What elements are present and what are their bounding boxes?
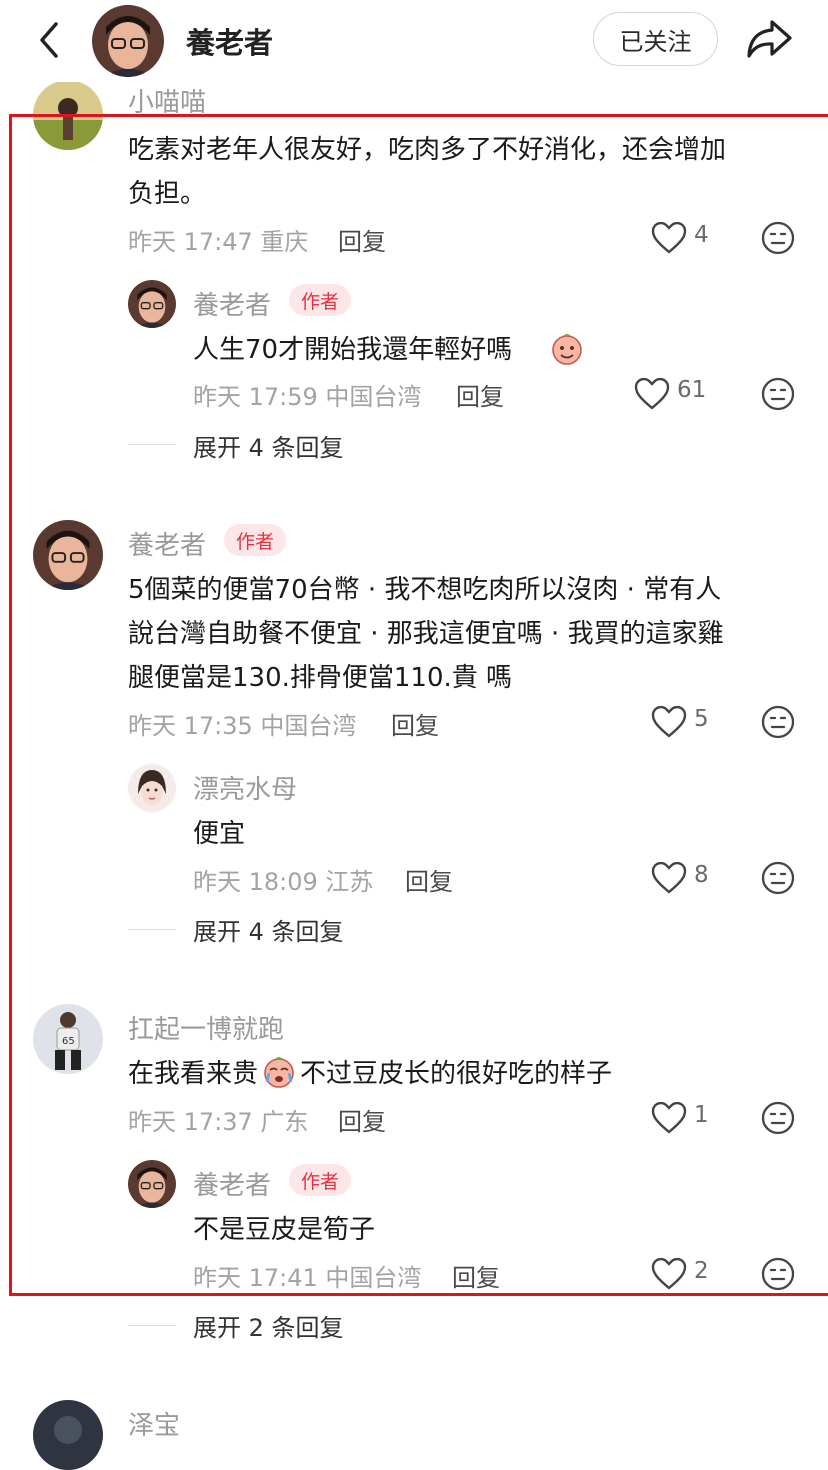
heart-icon[interactable]: [634, 378, 670, 410]
comment-text-line: 在我看来贵 不过豆皮长的很好吃的样子: [128, 1052, 612, 1096]
comment-username[interactable]: 養老者: [193, 285, 271, 322]
reply-button[interactable]: 回复: [452, 1258, 500, 1293]
comment-text-line: 說台灣自助餐不便宜 · 那我這便宜嗎 · 我買的這家雞: [128, 619, 724, 649]
heart-icon[interactable]: [651, 222, 687, 254]
dislike-face-icon[interactable]: [761, 221, 795, 255]
comment-meta: 昨天 17:59 中国台湾: [193, 383, 422, 411]
like-count: 2: [694, 1258, 709, 1284]
follow-button[interactable]: 已关注: [593, 12, 718, 66]
comment-text-line: 人生70才開始我還年輕好嗎: [193, 335, 513, 365]
comment-meta: 昨天 17:47 重庆: [128, 228, 309, 256]
comment-username[interactable]: 養老者: [193, 1165, 271, 1202]
reply-button[interactable]: 回复: [338, 1102, 386, 1137]
comment-meta: 昨天 17:37 广东: [128, 1108, 309, 1136]
top-bar: 養老者 已关注: [0, 0, 828, 82]
expand-replies-button[interactable]: 展开 2 条回复: [193, 1308, 344, 1343]
author-avatar[interactable]: [128, 280, 176, 328]
reply-button[interactable]: 回复: [456, 377, 504, 412]
like-count: 1: [694, 1102, 709, 1128]
commenter-avatar[interactable]: [33, 80, 103, 150]
like-count: 4: [694, 222, 709, 248]
back-icon[interactable]: [30, 18, 70, 62]
reply-button[interactable]: 回复: [405, 862, 453, 897]
comment-username[interactable]: 扛起一博就跑: [128, 1009, 284, 1046]
expand-replies-button[interactable]: 展开 4 条回复: [193, 912, 344, 947]
reply-button[interactable]: 回复: [391, 706, 439, 741]
expand-replies-button[interactable]: 展开 4 条回复: [193, 428, 344, 463]
like-count: 8: [694, 862, 709, 888]
heart-icon[interactable]: [651, 706, 687, 738]
comment-text-line: 腿便當是130.排骨便當110.貴 嗎: [128, 663, 513, 693]
reply-button[interactable]: 回复: [338, 222, 386, 257]
like-count: 5: [694, 706, 709, 732]
like-count: 61: [677, 377, 707, 403]
author-badge: 作者: [224, 524, 287, 556]
commenter-avatar[interactable]: [33, 1400, 103, 1470]
comment-username[interactable]: 漂亮水母: [193, 769, 297, 806]
divider: [128, 929, 176, 930]
comment-username[interactable]: 養老者: [128, 525, 206, 562]
dislike-face-icon[interactable]: [761, 1101, 795, 1135]
comment-text-line: 负担。: [128, 179, 207, 209]
crying-emoji-icon: [264, 1057, 294, 1088]
emoji-icon: [552, 334, 582, 365]
heart-icon[interactable]: [651, 1258, 687, 1290]
divider: [128, 1325, 176, 1326]
heart-icon[interactable]: [651, 1102, 687, 1134]
comment-meta: 昨天 18:09 江苏: [193, 868, 374, 896]
comment-username[interactable]: 泽宝: [128, 1405, 180, 1442]
dislike-face-icon[interactable]: [761, 705, 795, 739]
divider: [128, 444, 176, 445]
author-avatar[interactable]: [92, 5, 164, 77]
author-badge: 作者: [289, 1164, 352, 1196]
heart-icon[interactable]: [651, 862, 687, 894]
comment-text-line: 5個菜的便當70台幣 · 我不想吃肉所以沒肉 · 常有人: [128, 575, 722, 605]
commenter-avatar[interactable]: [128, 764, 176, 812]
dislike-face-icon[interactable]: [761, 1257, 795, 1291]
dislike-face-icon[interactable]: [761, 861, 795, 895]
dislike-face-icon[interactable]: [761, 377, 795, 411]
comment-text-line: 便宜: [193, 819, 246, 849]
comment-meta: 昨天 17:35 中国台湾: [128, 712, 357, 740]
author-badge: 作者: [289, 284, 352, 316]
header-username[interactable]: 養老者: [186, 20, 273, 62]
svg-text:65: 65: [62, 1036, 75, 1047]
comment-text-line: 吃素对老年人很友好，吃肉多了不好消化，还会增加: [128, 135, 727, 165]
comment-username[interactable]: 小喵喵: [128, 82, 206, 119]
commenter-avatar[interactable]: 65: [33, 1004, 103, 1074]
share-icon[interactable]: [744, 16, 794, 62]
comment-meta: 昨天 17:41 中国台湾: [193, 1264, 422, 1292]
comment-text-line: 不是豆皮是筍子: [193, 1215, 376, 1245]
author-avatar[interactable]: [128, 1160, 176, 1208]
author-avatar[interactable]: [33, 520, 103, 590]
